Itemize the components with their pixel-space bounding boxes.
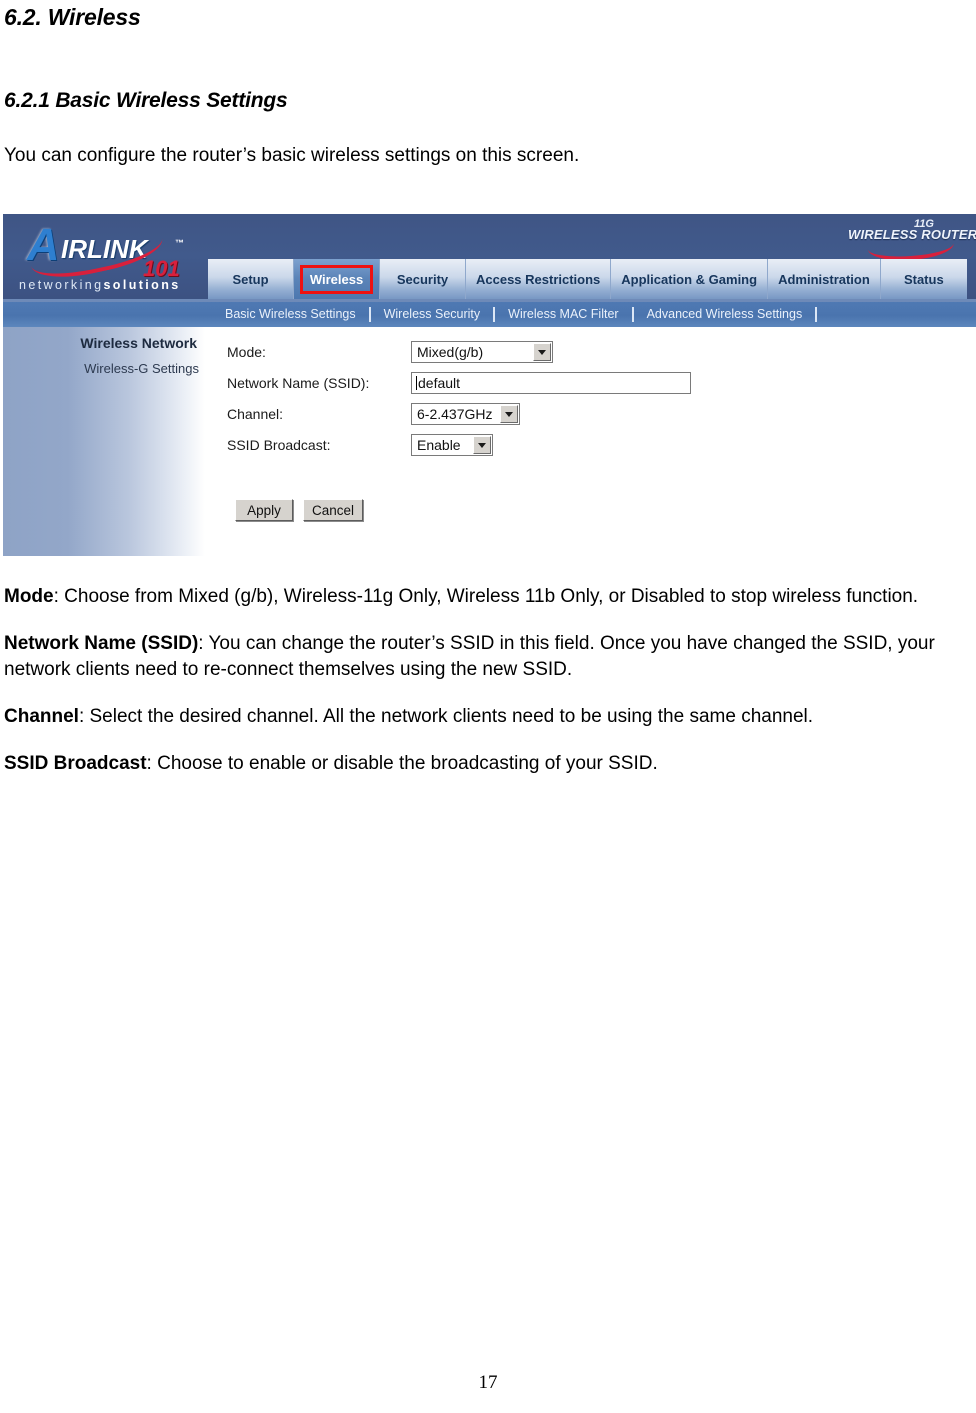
field-descriptions: Mode: Choose from Mixed (g/b), Wireless-… xyxy=(4,584,968,798)
tab-access-restrictions[interactable]: Access Restrictions xyxy=(466,259,612,302)
apply-button[interactable]: Apply xyxy=(235,499,293,521)
tab-administration[interactable]: Administration xyxy=(768,259,881,302)
chevron-down-icon[interactable] xyxy=(500,405,519,423)
description-text: : Choose to enable or disable the broadc… xyxy=(146,753,658,775)
mode-select[interactable]: Mixed(g/b) xyxy=(411,341,553,363)
channel-select-value: 6-2.437GHz xyxy=(417,406,493,422)
channel-label: Channel: xyxy=(227,406,284,422)
description-text: : Choose from Mixed (g/b), Wireless-11g … xyxy=(53,586,919,607)
description-mode: Mode: Choose from Mixed (g/b), Wireless-… xyxy=(4,584,966,609)
description-text: : Select the desired channel. All the ne… xyxy=(78,705,814,727)
chevron-down-icon[interactable] xyxy=(473,436,491,454)
router-header-bar: A IRLINK ™ 101 networkingsolutions 11G W… xyxy=(3,214,976,302)
description-ssid-broadcast: SSID Broadcast: Choose to enable or disa… xyxy=(4,751,966,776)
airlink-logo: A IRLINK ™ 101 networkingsolutions xyxy=(11,216,207,302)
chevron-down-icon[interactable] xyxy=(533,343,551,361)
tab-security[interactable]: Security xyxy=(380,259,466,302)
form-row-ssid: Network Name (SSID): default xyxy=(227,368,867,398)
cancel-button[interactable]: Cancel xyxy=(303,499,364,521)
form-row-channel: Channel: 6-2.437GHz xyxy=(227,399,867,429)
logo-tagline: networkingsolutions xyxy=(19,278,181,292)
subtab-advanced-wireless-settings[interactable]: Advanced Wireless Settings xyxy=(634,302,816,327)
description-channel: Channel: Select the desired channel. All… xyxy=(4,704,966,729)
description-term: Channel xyxy=(4,705,79,727)
tab-status[interactable]: Status xyxy=(880,259,967,302)
ssid-label: Network Name (SSID): xyxy=(227,375,370,391)
mode-select-value: Mixed(g/b) xyxy=(417,344,484,360)
description-term: SSID Broadcast xyxy=(4,753,147,775)
description-term: Network Name (SSID) xyxy=(4,633,199,655)
router-admin-screenshot: A IRLINK ™ 101 networkingsolutions 11G W… xyxy=(3,214,976,559)
ssid-broadcast-select-value: Enable xyxy=(417,437,461,453)
channel-select[interactable]: 6-2.437GHz xyxy=(411,403,521,425)
intro-paragraph: You can configure the router’s basic wir… xyxy=(4,144,580,166)
logo-model-number: 101 xyxy=(143,256,180,281)
side-info-panel: Wireless Network Wireless-G Settings xyxy=(3,327,205,556)
mode-label: Mode: xyxy=(227,344,266,360)
form-row-mode: Mode: Mixed(g/b) xyxy=(227,337,867,367)
ssid-broadcast-select[interactable]: Enable xyxy=(411,434,493,456)
subtab-wireless-mac-filter[interactable]: Wireless MAC Filter xyxy=(495,302,631,327)
logo-tagline-light: networking xyxy=(19,278,104,292)
router-content-area: Wireless Network Wireless-G Settings Mod… xyxy=(3,327,976,556)
panel-subtitle: Wireless-G Settings xyxy=(84,361,199,376)
section-heading: 6.2. Wireless xyxy=(4,4,141,30)
airlink-wordmark: A IRLINK ™ 101 xyxy=(25,222,205,286)
subtab-divider xyxy=(815,307,818,322)
text-caret xyxy=(416,376,417,390)
basic-wireless-settings-form: Mode: Mixed(g/b) Network Name (SSID): de… xyxy=(227,337,867,461)
main-tab-bar: Setup Wireless Security Access Restricti… xyxy=(208,259,967,302)
subtab-basic-wireless-settings[interactable]: Basic Wireless Settings xyxy=(212,302,369,327)
ssid-input[interactable]: default xyxy=(411,372,691,394)
panel-title: Wireless Network xyxy=(80,335,197,351)
description-term: Mode xyxy=(4,586,54,607)
sub-tab-bar: Basic Wireless Settings Wireless Securit… xyxy=(3,302,976,327)
ssid-input-value: default xyxy=(418,375,461,391)
subsection-heading: 6.2.1 Basic Wireless Settings xyxy=(4,89,288,113)
trademark-icon: ™ xyxy=(175,238,184,248)
subtab-wireless-security[interactable]: Wireless Security xyxy=(371,302,494,327)
form-row-ssid-broadcast: SSID Broadcast: Enable xyxy=(227,430,867,460)
document-page: 6.2. Wireless 6.2.1 Basic Wireless Setti… xyxy=(0,0,976,1413)
form-action-buttons: Apply Cancel xyxy=(235,499,364,521)
product-wordmark: 11G WIRELESS ROUTER xyxy=(848,218,976,264)
tab-setup[interactable]: Setup xyxy=(208,259,294,302)
page-number: 17 xyxy=(478,1372,498,1393)
document-text-top: 6.2. Wireless 6.2.1 Basic Wireless Setti… xyxy=(4,0,972,168)
logo-tagline-bold: solutions xyxy=(103,278,181,292)
tab-wireless[interactable]: Wireless xyxy=(294,259,380,302)
description-ssid: Network Name (SSID): You can change the … xyxy=(4,631,966,682)
tab-application-and-gaming[interactable]: Application & Gaming xyxy=(611,259,769,302)
ssid-broadcast-label: SSID Broadcast: xyxy=(227,437,331,453)
